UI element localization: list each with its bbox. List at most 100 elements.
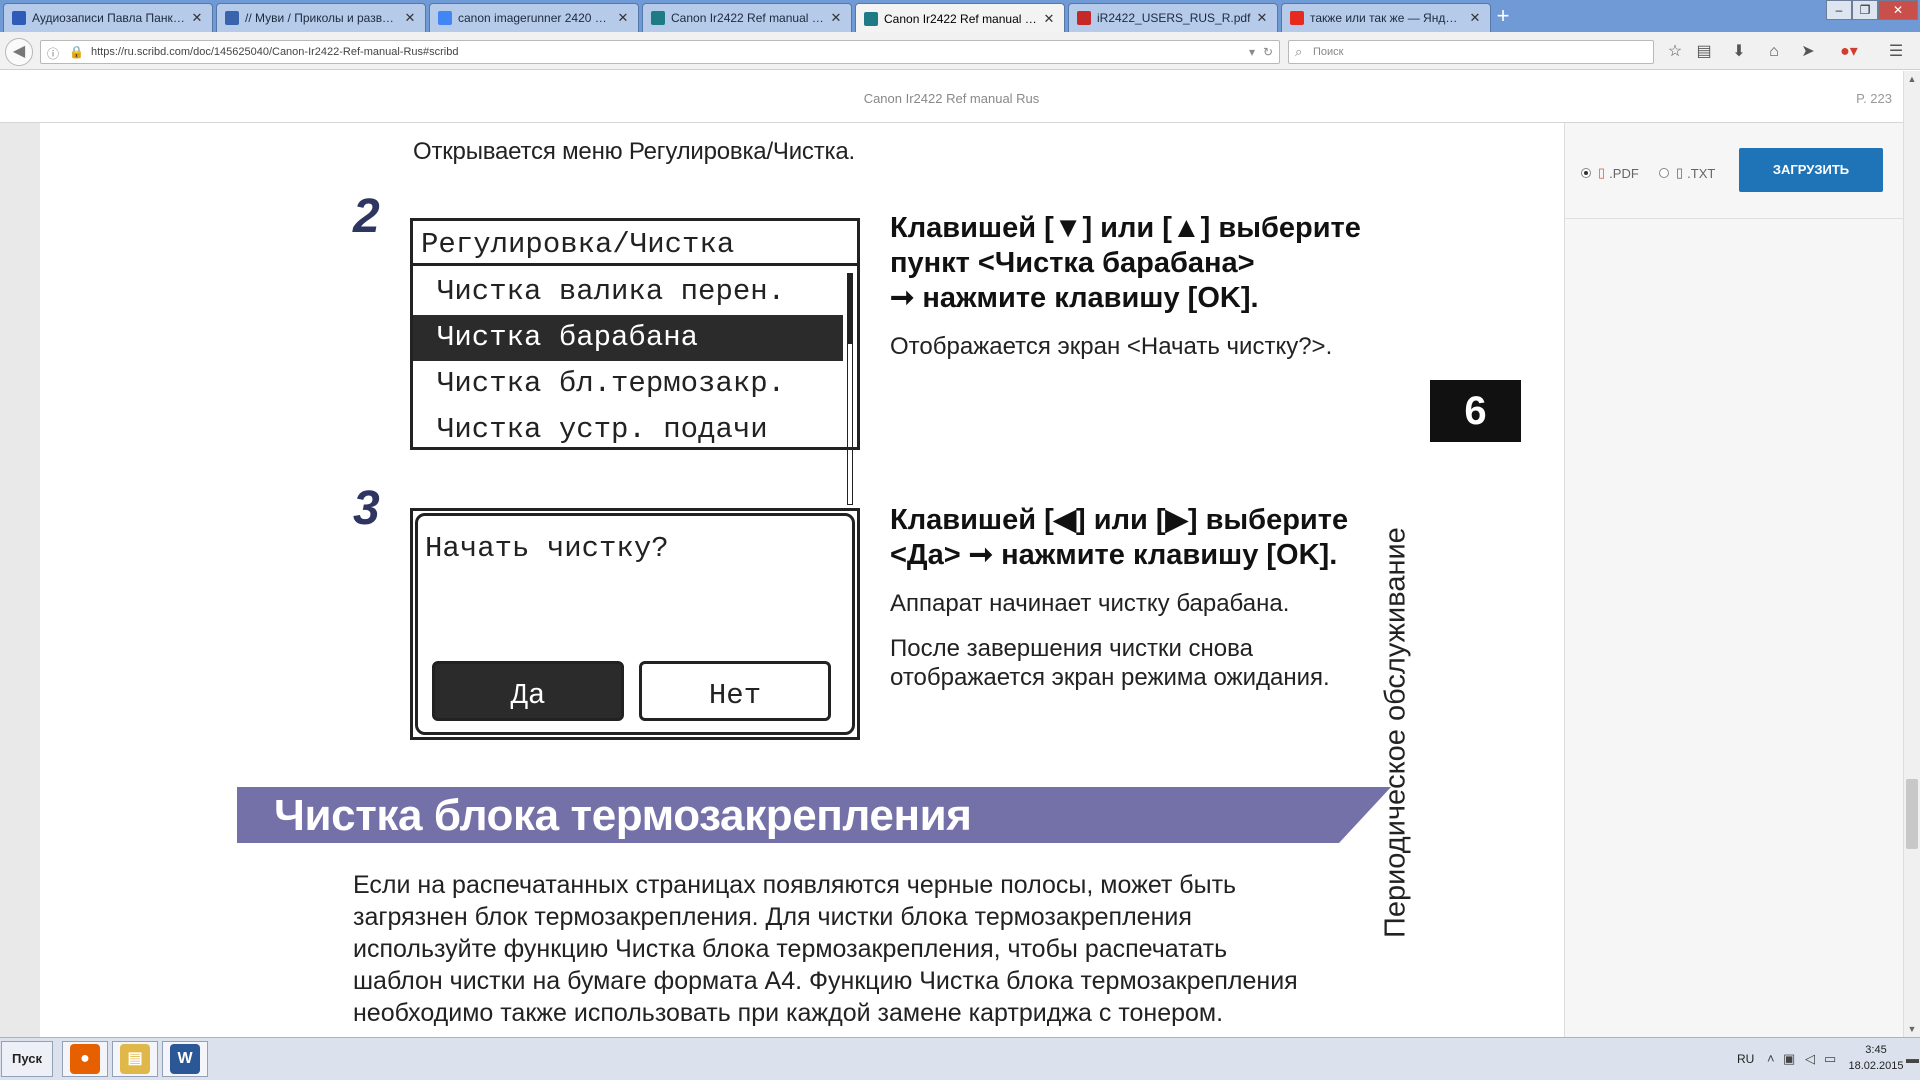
browser-tab[interactable]: Canon Ir2422 Ref manual Rus ✕: [642, 3, 852, 32]
lcd-menu-item: Чистка барабана: [413, 315, 843, 361]
m-icon: [225, 11, 239, 25]
step-number-2: 2: [353, 190, 380, 243]
url-bar[interactable]: ⓘ 🔒 https://ru.scribd.com/doc/145625040/…: [40, 40, 1280, 64]
close-tab-icon[interactable]: ✕: [190, 10, 204, 26]
close-window-button[interactable]: ✕: [1878, 0, 1918, 20]
pdf-file-icon: ▯: [1598, 165, 1606, 180]
new-tab-button[interactable]: +: [1490, 5, 1516, 29]
menu-icon[interactable]: ☰: [1885, 41, 1907, 63]
url-text[interactable]: https://ru.scribd.com/doc/145625040/Cano…: [91, 46, 458, 58]
step3-instruction-line: Клавишей [◀] или [▶] выберите: [890, 504, 1349, 536]
download-box: ▯ .PDF ▯ .TXT ЗАГРУЗИТЬ: [1565, 123, 1903, 219]
search-bar[interactable]: ⌕ Поиск: [1288, 40, 1654, 64]
body-paragraph: Если на распечатанных страницах появляют…: [353, 869, 1433, 1029]
lcd-menu-screen: Регулировка/Чистка Чистка валика перен. Ч…: [410, 218, 860, 505]
taskbar-app-button[interactable]: W: [162, 1041, 208, 1077]
txt-file-icon: ▯: [1676, 165, 1684, 180]
lcd-scroll-thumb: [848, 274, 852, 344]
browser-tab-bar: Аудиозаписи Павла Панков... ✕// Муви / Пр…: [0, 0, 1920, 33]
tab-title: также или так же — Яндек...: [1310, 11, 1464, 25]
pdf-icon: [1077, 11, 1091, 25]
start-button[interactable]: Пуск: [1, 1041, 53, 1077]
no-button[interactable]: Нет: [639, 661, 831, 721]
bookmarks-list-icon[interactable]: ▤: [1693, 41, 1715, 63]
close-tab-icon[interactable]: ✕: [829, 10, 843, 26]
browser-tab[interactable]: Аудиозаписи Павла Панков... ✕: [3, 3, 213, 32]
yes-button[interactable]: Да: [432, 661, 624, 721]
play-icon: [12, 11, 26, 25]
language-indicator[interactable]: RU: [1737, 1052, 1754, 1066]
lcd-menu-item: Чистка устр. подачи: [437, 413, 768, 446]
page-scrollbar[interactable]: ▲ ▼: [1903, 71, 1920, 1037]
firefox-icon: ●: [70, 1044, 100, 1074]
arrow-left-icon: ◀: [12, 43, 26, 60]
bookmark-star-icon[interactable]: ☆: [1664, 41, 1686, 63]
close-tab-icon[interactable]: ✕: [1468, 10, 1482, 26]
format-option-pdf[interactable]: ▯ .PDF: [1581, 165, 1639, 181]
radio-txt[interactable]: [1659, 168, 1669, 178]
scroll-up-arrow-icon[interactable]: ▲: [1904, 71, 1920, 87]
step2-instruction: Клавишей [▼] или [▲] выберите пункт <Чис…: [890, 211, 1361, 316]
tab-title: // Муви / Приколы и развле...: [245, 11, 399, 25]
document-viewer: Открывается меню Регулировка/Чистка. 2 Р…: [0, 123, 1903, 1037]
minimize-button[interactable]: –: [1826, 0, 1852, 20]
power-icon[interactable]: ▭: [1824, 1051, 1836, 1067]
back-button[interactable]: ◀: [5, 38, 33, 66]
step2-instruction-line: ➞ нажмите клавишу [OK].: [890, 282, 1259, 314]
scroll-down-arrow-icon[interactable]: ▼: [1904, 1021, 1920, 1037]
close-tab-icon[interactable]: ✕: [1042, 11, 1056, 27]
lcd-scrollbar: [847, 273, 853, 505]
show-hidden-icons-icon[interactable]: ˄: [1767, 1051, 1775, 1066]
format-label: .PDF: [1609, 165, 1639, 181]
document-title: Canon Ir2422 Ref manual Rus: [863, 91, 1040, 106]
step2-instruction-line: пункт <Чистка барабана>: [890, 247, 1255, 279]
browser-tab[interactable]: Canon Ir2422 Ref manual Rus ✕: [855, 3, 1065, 33]
lock-icon: 🔒: [69, 45, 84, 59]
addon-icon[interactable]: ●▾: [1832, 41, 1866, 63]
lcd-menu-title: Регулировка/Чистка: [413, 221, 857, 266]
scroll-thumb[interactable]: [1906, 779, 1918, 849]
google-icon: [438, 11, 452, 25]
step3-instruction: Клавишей [◀] или [▶] выберите <Да> ➞ наж…: [890, 503, 1348, 573]
dialog-prompt: Начать чистку?: [425, 532, 669, 565]
lcd-menu-item: Чистка бл.термозакр.: [437, 367, 786, 400]
download-button[interactable]: ЗАГРУЗИТЬ: [1739, 148, 1883, 192]
browser-tab[interactable]: iR2422_USERS_RUS_R.pdf ✕: [1068, 3, 1278, 32]
body-line: Если на распечатанных страницах появляют…: [353, 871, 1237, 899]
reload-icon[interactable]: ↻: [1263, 45, 1273, 59]
browser-tab[interactable]: // Муви / Приколы и развле... ✕: [216, 3, 426, 32]
section-banner: Чистка блока термозакрепления: [237, 787, 1391, 843]
taskbar: Пуск ● ▤ W RU ˄ ▣ ◁ ▭ 3:45 18.02.2015 ▬: [0, 1037, 1920, 1080]
close-tab-icon[interactable]: ✕: [1255, 10, 1269, 26]
body-line: загрязнен блок термозакрепления. Для чис…: [353, 903, 1192, 931]
format-label: .TXT: [1687, 165, 1716, 181]
document-header: Canon Ir2422 Ref manual Rus P. 223: [0, 71, 1920, 123]
download-icon[interactable]: ⬇: [1728, 41, 1750, 63]
browser-tab[interactable]: canon imagerunner 2420 спр... ✕: [429, 3, 639, 32]
clock-time[interactable]: 3:45: [1848, 1044, 1904, 1056]
browser-tab[interactable]: также или так же — Яндек... ✕: [1281, 3, 1491, 32]
network-icon[interactable]: ▣: [1783, 1051, 1795, 1067]
tab-title: Canon Ir2422 Ref manual Rus: [884, 11, 1038, 26]
send-icon[interactable]: ➤: [1797, 41, 1819, 63]
close-tab-icon[interactable]: ✕: [616, 10, 630, 26]
scribd-icon: [651, 11, 665, 25]
dropdown-arrow-icon[interactable]: ▾: [1249, 45, 1255, 59]
close-tab-icon[interactable]: ✕: [403, 10, 417, 26]
taskbar-app-button[interactable]: ●: [62, 1041, 108, 1077]
show-desktop-icon[interactable]: ▬: [1906, 1051, 1919, 1066]
step3-result-line: отображается экран режима ожидания.: [890, 664, 1330, 691]
volume-icon[interactable]: ◁: [1805, 1051, 1815, 1067]
maximize-button[interactable]: ❐: [1852, 0, 1878, 20]
search-placeholder: Поиск: [1313, 46, 1344, 58]
tab-title: Аудиозаписи Павла Панков...: [32, 11, 186, 25]
home-icon[interactable]: ⌂: [1763, 41, 1785, 63]
page-counter: P. 223: [1856, 91, 1892, 106]
format-option-txt[interactable]: ▯ .TXT: [1659, 165, 1715, 181]
clock-date[interactable]: 18.02.2015: [1842, 1060, 1910, 1072]
taskbar-app-button[interactable]: ▤: [112, 1041, 158, 1077]
lcd-dialog: Начать чистку? Да Нет: [415, 513, 855, 735]
radio-pdf[interactable]: [1581, 168, 1591, 178]
site-info-icon[interactable]: ⓘ: [47, 45, 59, 62]
yandex-icon: [1290, 11, 1304, 25]
